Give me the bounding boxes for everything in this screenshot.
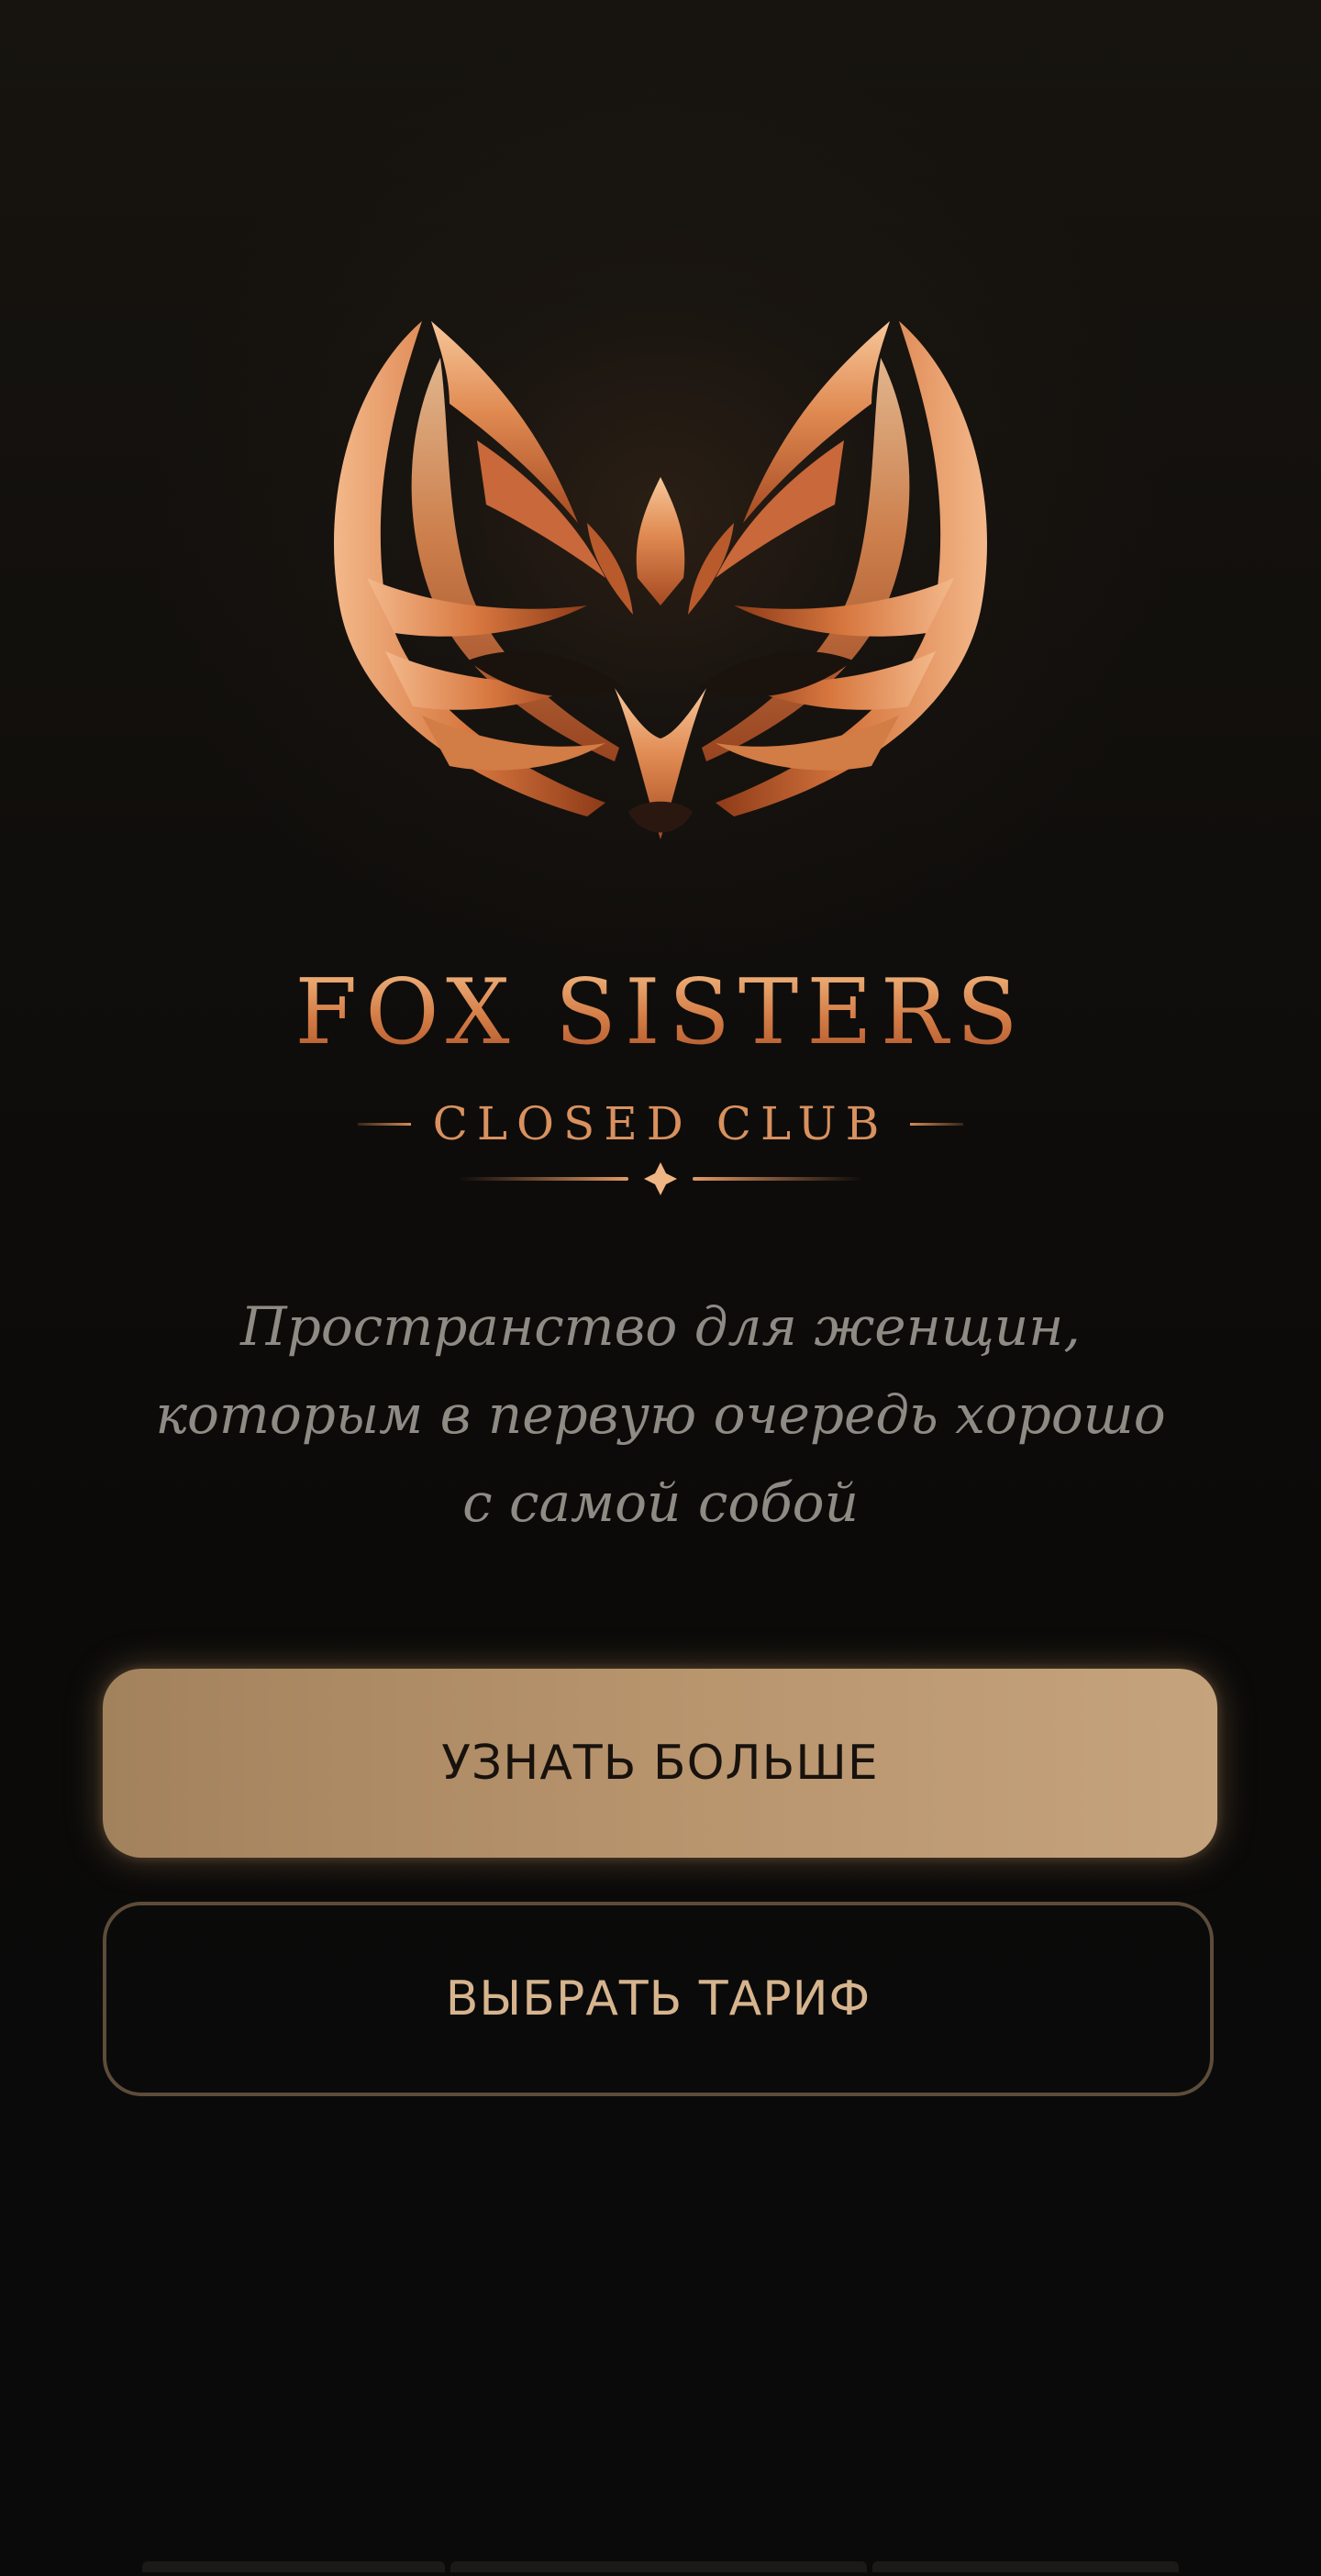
fox-mask-icon (334, 321, 987, 839)
brand-subtitle-row: CLOSED CLUB (0, 1096, 1321, 1151)
learn-more-button[interactable]: УЗНАТЬ БОЛЬШЕ (103, 1669, 1217, 1858)
tagline-line-3: с самой собой (462, 1471, 859, 1534)
bottom-hint-segment (450, 2561, 867, 2572)
subtitle-divider-right (910, 1122, 964, 1126)
brand-subtitle: CLOSED CLUB (432, 1097, 889, 1150)
learn-more-label: УЗНАТЬ БОЛЬШЕ (441, 1736, 879, 1791)
sparkle-divider-icon (459, 1162, 862, 1195)
choose-plan-label: ВЫБРАТЬ ТАРИФ (445, 1971, 871, 2026)
bottom-nav-hint (142, 2561, 1179, 2572)
choose-plan-button[interactable]: ВЫБРАТЬ ТАРИФ (103, 1902, 1214, 2096)
tagline: Пространство для женщин, которым в перву… (92, 1282, 1229, 1547)
bottom-hint-segment (142, 2561, 445, 2572)
tagline-line-2: которым в первую очередь хорошо (155, 1383, 1166, 1446)
welcome-screen: FOX SISTERS CLOSED CLUB Пространство для… (0, 0, 1321, 2576)
brand-title: FOX SISTERS (0, 968, 1321, 1058)
tagline-line-1: Пространство для женщин, (240, 1295, 1081, 1358)
bottom-hint-segment (872, 2561, 1179, 2572)
subtitle-divider-left (357, 1122, 411, 1126)
